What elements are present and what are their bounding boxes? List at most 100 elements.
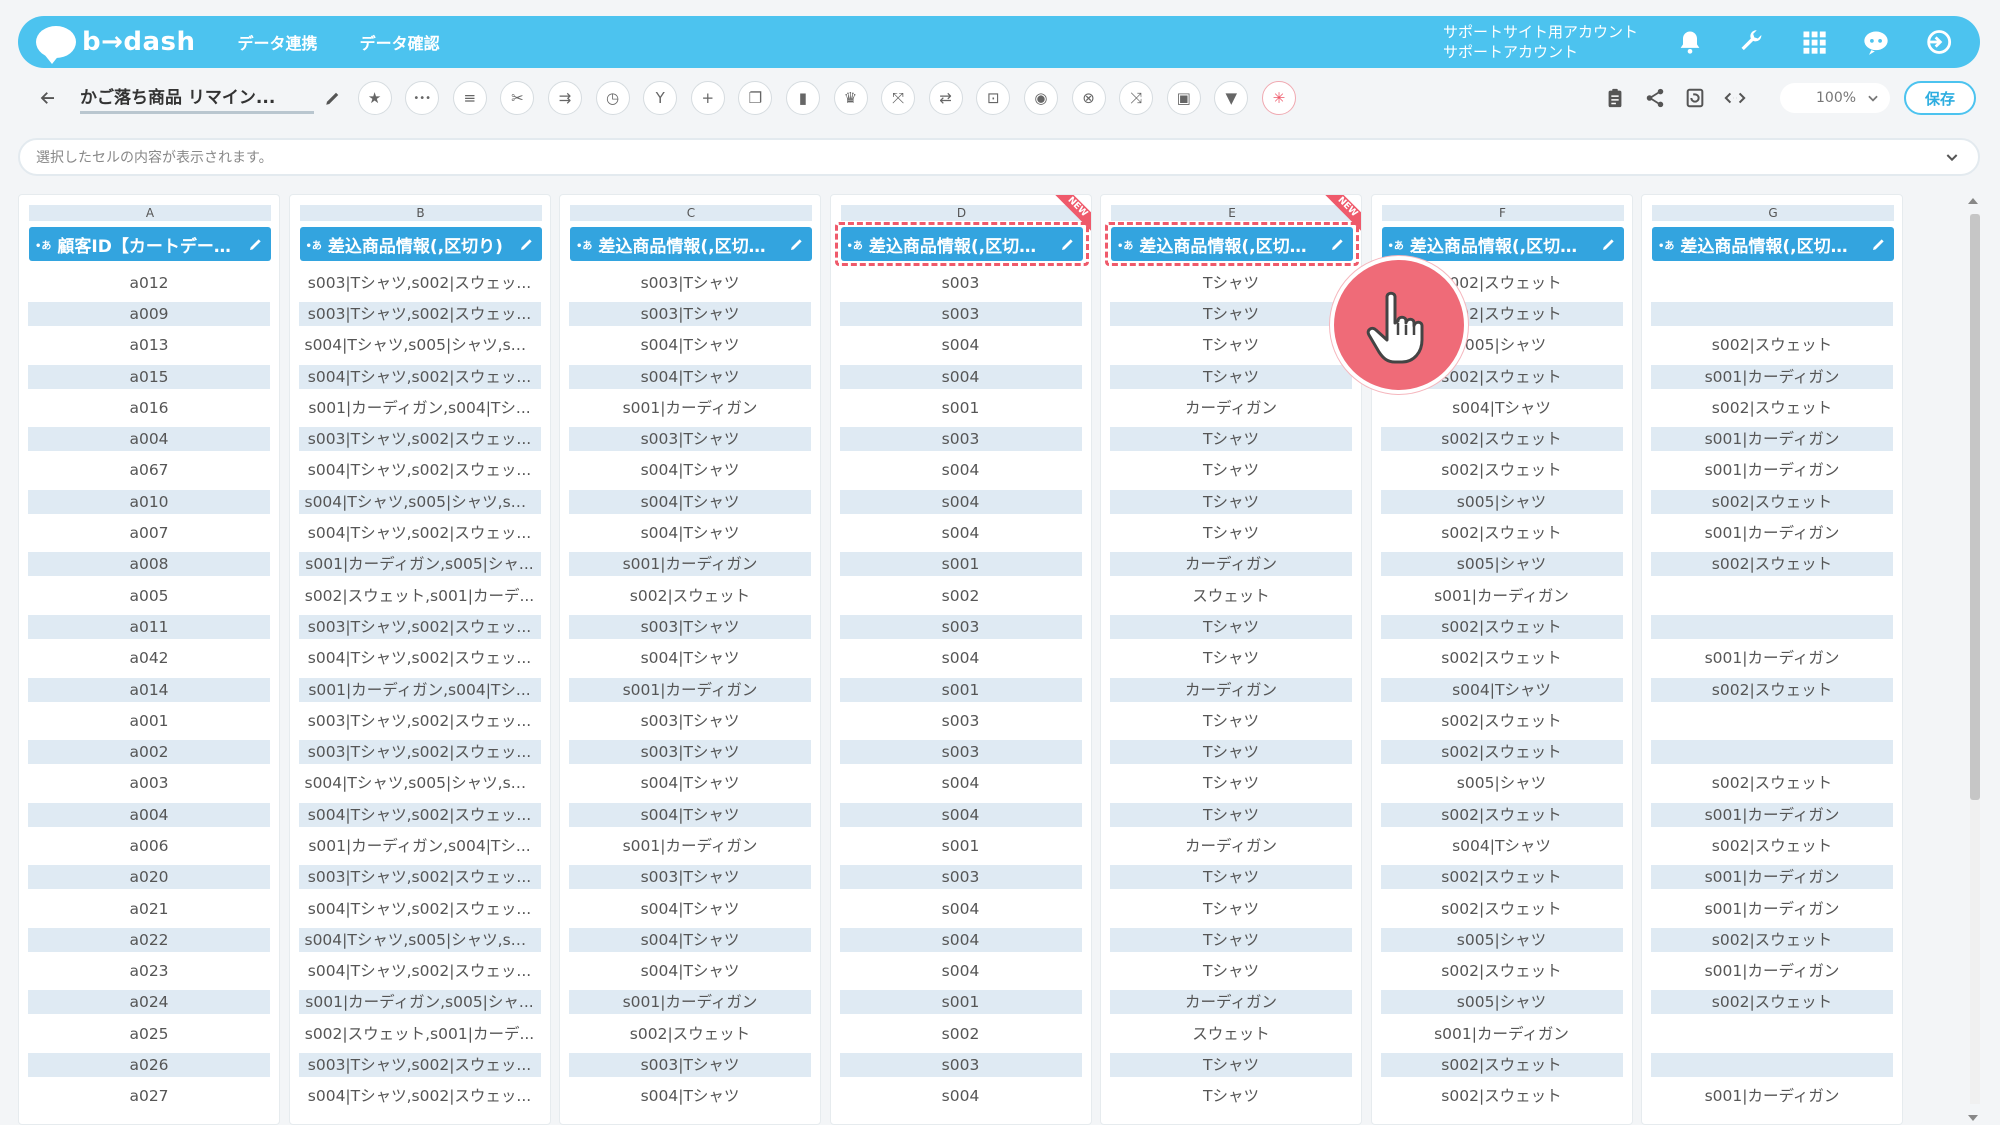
table-cell[interactable]: s004|Tシャツ,s005|シャツ,s0... <box>299 333 541 357</box>
table-cell[interactable]: s001|カーディガン <box>1651 865 1893 890</box>
table-cell[interactable]: カーディガン <box>1110 834 1352 858</box>
table-cell[interactable]: s004|Tシャツ,s002|スウェッ... <box>299 646 541 670</box>
table-cell[interactable]: s001 <box>839 990 1082 1015</box>
table-cell[interactable]: a022 <box>28 927 270 952</box>
table-cell[interactable]: a021 <box>28 897 270 921</box>
trash-icon[interactable]: ▮ <box>785 81 820 115</box>
nav-data-link[interactable]: データ連携 <box>238 30 318 54</box>
table-cell[interactable]: s002|スウェット <box>1651 990 1893 1015</box>
edit-column-icon[interactable] <box>516 233 538 255</box>
table-cell[interactable]: スウェット <box>1110 584 1352 608</box>
table-cell[interactable]: カーディガン <box>1110 677 1352 702</box>
table-cell[interactable]: s003 <box>839 1053 1082 1078</box>
table-cell[interactable]: s005|シャツ <box>1380 927 1623 952</box>
table-cell[interactable]: s002|スウェット <box>1651 489 1893 514</box>
table-cell[interactable]: s002|スウェット <box>1651 927 1893 952</box>
table-cell[interactable]: s003 <box>839 614 1082 639</box>
logout-icon[interactable] <box>1918 22 1958 62</box>
lock-icon[interactable]: ⊡ <box>976 81 1011 115</box>
table-cell[interactable]: a023 <box>28 959 270 983</box>
table-cell[interactable]: s001|カーディガン,s004|Tシ... <box>299 396 541 420</box>
table-cell[interactable]: s005|シャツ <box>1381 771 1623 795</box>
column-header[interactable]: •あ 差込商品情報(,区切… <box>1652 227 1894 261</box>
table-cell[interactable]: s004|Tシャツ,s002|スウェッ... <box>299 458 541 482</box>
table-cell[interactable]: s001|カーディガン <box>569 990 811 1015</box>
table-cell[interactable]: s004 <box>840 897 1082 921</box>
table-cell[interactable]: a024 <box>28 990 270 1015</box>
cell-content-bar[interactable]: 選択したセルの内容が表示されます。 <box>18 138 1980 176</box>
table-cell[interactable]: s004|Tシャツ <box>569 802 811 827</box>
table-cell[interactable]: s002|スウェット <box>1381 709 1623 733</box>
table-cell[interactable]: s001|カーディガン <box>1381 584 1623 608</box>
table-cell[interactable]: s002|スウェット <box>1651 333 1893 357</box>
document-title[interactable]: かご落ち商品 リマイン... <box>80 83 314 114</box>
table-cell[interactable]: Tシャツ <box>1110 427 1352 452</box>
table-cell[interactable]: s001|カーディガン <box>1651 458 1893 482</box>
grid-apps-icon[interactable] <box>1794 22 1834 62</box>
list-icon[interactable]: ≡ <box>452 81 487 115</box>
table-cell[interactable]: s001|カーディガン <box>1651 1084 1893 1108</box>
table-cell[interactable] <box>1651 1022 1893 1046</box>
table-cell[interactable]: s003|Tシャツ,s002|スウェッ... <box>299 271 541 295</box>
table-cell[interactable]: a010 <box>28 489 270 514</box>
table-cell[interactable] <box>1651 709 1893 733</box>
bag-icon[interactable]: ◉ <box>1023 81 1058 115</box>
table-cell[interactable]: s004|Tシャツ <box>1380 677 1623 702</box>
column-letter[interactable]: A <box>29 205 271 221</box>
table-cell[interactable]: s003 <box>839 427 1082 452</box>
table-cell[interactable]: s004 <box>839 364 1082 389</box>
table-cell[interactable]: s002|スウェット <box>1380 614 1623 639</box>
scroll-thumb[interactable] <box>1970 214 1980 800</box>
table-cell[interactable]: s003|Tシャツ,s002|スウェッ... <box>299 709 541 733</box>
table-cell[interactable]: s001|カーディガン,s004|Tシ... <box>299 834 541 858</box>
edit-column-icon[interactable] <box>786 233 808 255</box>
table-cell[interactable]: a008 <box>28 552 270 577</box>
table-cell[interactable]: s001|カーディガン,s005|シャ... <box>298 990 541 1015</box>
table-cell[interactable]: Tシャツ <box>1110 927 1352 952</box>
table-cell[interactable]: Tシャツ <box>1110 1084 1352 1108</box>
table-cell[interactable]: s003 <box>839 740 1082 765</box>
table-cell[interactable]: s004|Tシャツ <box>569 521 811 545</box>
table-cell[interactable]: s003 <box>839 865 1082 890</box>
share-icon[interactable] <box>1640 83 1670 113</box>
scroll-up-icon[interactable] <box>1968 198 1978 204</box>
table-cell[interactable]: s004|Tシャツ <box>569 333 811 357</box>
table-cell[interactable]: スウェット <box>1110 1022 1352 1046</box>
chat-bot-icon[interactable] <box>1856 22 1896 62</box>
table-cell[interactable]: s001 <box>840 396 1082 420</box>
edit-title-icon[interactable] <box>322 87 344 109</box>
table-cell[interactable]: s001|カーディガン,s005|シャ... <box>298 552 541 577</box>
table-cell[interactable]: Tシャツ <box>1110 333 1352 357</box>
table-cell[interactable]: s004 <box>839 489 1082 514</box>
table-cell[interactable]: a015 <box>28 364 270 389</box>
chevron-down-icon[interactable] <box>1944 149 1960 165</box>
table-cell[interactable]: s003|Tシャツ <box>569 709 811 733</box>
edit-column-icon[interactable] <box>1327 233 1349 255</box>
table-cell[interactable]: s005|シャツ <box>1380 990 1623 1015</box>
copy-icon[interactable]: ❐ <box>738 81 773 115</box>
table-cell[interactable]: s001|カーディガン <box>1651 646 1893 670</box>
table-cell[interactable]: s004|Tシャツ <box>569 646 811 670</box>
table-cell[interactable]: Tシャツ <box>1110 489 1352 514</box>
timer-icon[interactable]: ◷ <box>595 81 630 115</box>
table-cell[interactable] <box>1651 1053 1893 1078</box>
column-letter[interactable]: C <box>570 205 812 221</box>
table-cell[interactable]: a003 <box>28 771 270 795</box>
edit-column-icon[interactable] <box>1057 233 1079 255</box>
table-cell[interactable]: s002|スウェット <box>1380 1053 1623 1078</box>
table-cell[interactable]: s005|シャツ <box>1380 489 1623 514</box>
table-cell[interactable]: s004 <box>840 458 1082 482</box>
table-cell[interactable]: s002|スウェット <box>1380 740 1623 765</box>
table-cell[interactable]: a006 <box>28 834 270 858</box>
column-header[interactable]: •あ 差込商品情報(,区切… <box>840 227 1083 261</box>
table-cell[interactable] <box>1651 614 1893 639</box>
logo[interactable]: b→dash <box>36 26 196 64</box>
table-cell[interactable]: s004 <box>840 1084 1082 1108</box>
table-cell[interactable]: s003|Tシャツ <box>569 740 811 765</box>
column-header[interactable]: •あ 顧客ID【カートデー… <box>29 227 271 261</box>
table-cell[interactable]: s001|カーディガン <box>1651 959 1893 983</box>
table-cell[interactable]: Tシャツ <box>1110 614 1352 639</box>
account-info[interactable]: サポートサイト用アカウント サポートアカウント <box>1443 22 1638 62</box>
table-cell[interactable]: s002|スウェット <box>1651 771 1893 795</box>
table-cell[interactable]: s002|スウェット <box>1380 802 1623 827</box>
